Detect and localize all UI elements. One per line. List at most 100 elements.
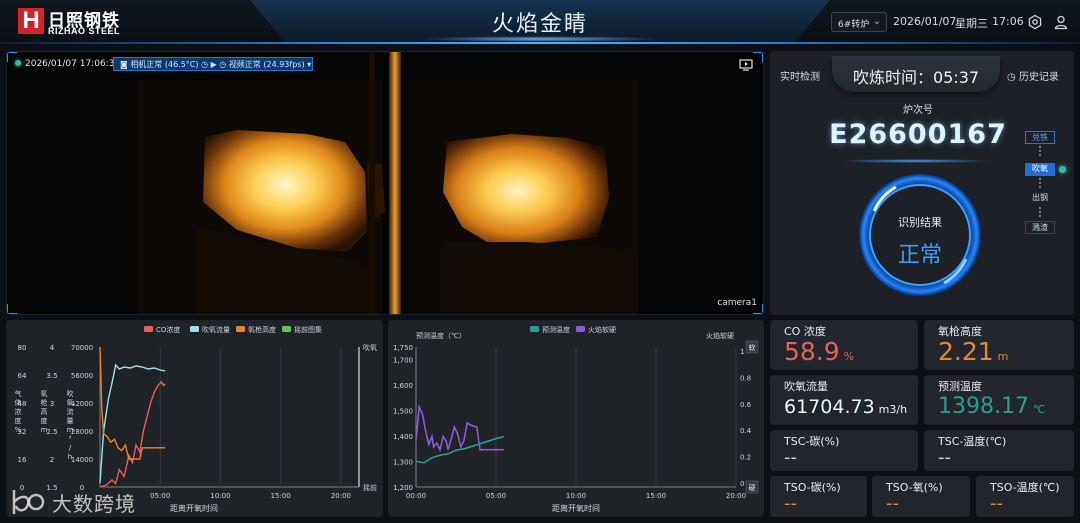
right-top-label: 吹氧 xyxy=(363,343,377,352)
step-connector xyxy=(1039,146,1041,158)
detection-status-panel: 实时检测 吹炼时间：05:37 ◷ 历史记录 炉次号 E26600167 识别结… xyxy=(770,51,1074,315)
y-tick-label: 80 xyxy=(18,344,27,352)
y-axis-label-char: 度 xyxy=(15,416,22,425)
history-button[interactable]: ◷ 历史记录 xyxy=(1007,68,1059,83)
y-tick-label-right: 0.2 xyxy=(740,454,751,462)
metric-value: 58.9% xyxy=(784,337,854,366)
clock-icon: ◷ xyxy=(201,60,209,69)
series-line xyxy=(99,380,166,488)
y-axis-label-char: 度 xyxy=(41,416,48,425)
legend-label: 吹氧流量 xyxy=(202,325,230,334)
legend-swatch xyxy=(576,326,585,332)
video-timestamp-text: 2026/01/07 17:06:31 xyxy=(25,59,121,69)
header-date: 2026/01/07 xyxy=(893,15,957,28)
y-axis-label-left: 预测温度（℃） xyxy=(416,331,466,340)
heat-number-label: 炉次号 xyxy=(903,105,933,116)
right-top-label: 软 xyxy=(749,343,756,352)
logo-en-text: RIZHAO STEEL xyxy=(48,26,121,36)
y-tick-label: 2 xyxy=(50,456,54,464)
y-tick-label: 28000 xyxy=(71,428,93,436)
y-tick-label: 1,200 xyxy=(393,484,413,492)
step-connector xyxy=(1039,207,1041,219)
co-unit: % xyxy=(843,350,855,363)
app-header: H 日照钢铁 RIZHAO STEEL 火焰金睛 6#转炉 ⌄ 2026/01/… xyxy=(0,0,1080,46)
metric-card-lance: 氧枪高度 2.21 m xyxy=(924,320,1074,370)
y-tick-label-right: 1 xyxy=(740,348,744,356)
video-feed-panel[interactable]: 2026/01/07 17:06:31 ◙ 相机正常 (46.5°C) ◷ ▶ … xyxy=(6,51,764,315)
video-status: 视频正常 (24.93fps) xyxy=(228,60,305,69)
screen-toggle-icon[interactable] xyxy=(739,59,753,71)
camera-icon: ◙ xyxy=(120,60,128,69)
metric-label: 吹氧流量 xyxy=(784,380,828,393)
metric-card-flow: 吹氧流量 61704.73 m3/h xyxy=(770,375,918,425)
y-axis-label-char: 吹 xyxy=(67,389,74,398)
temperature-line-chart[interactable]: 预测温度 火焰软硬预测温度（℃） 火焰软硬1,7501,7001,6001,5001… xyxy=(388,320,764,517)
x-tick-label: 00:00 xyxy=(406,492,426,500)
y-axis-label-char: 流 xyxy=(67,407,74,416)
y-axis-label-char: / xyxy=(69,444,72,452)
y-tick-label-right: 0.4 xyxy=(740,427,752,435)
active-step-dot-icon xyxy=(1059,166,1066,173)
x-tick-label: 05:00 xyxy=(486,492,506,500)
video-cam-icon: ▶ xyxy=(210,60,217,69)
furnace-select-value: 6#转炉 xyxy=(838,20,870,30)
step-tapping[interactable]: 出钢 xyxy=(1025,192,1055,205)
y-tick-label-right: 0.6 xyxy=(740,401,752,409)
metric-card-tso-oxygen: TSO-氧(%) -- xyxy=(872,476,970,517)
y-axis-label-char: 浓 xyxy=(15,407,22,416)
step-oxygen[interactable]: 吹氧 xyxy=(1025,163,1055,176)
settings-icon[interactable] xyxy=(1027,14,1043,30)
chevron-down-icon: ⌄ xyxy=(872,16,881,27)
legend-label: 火焰软硬 xyxy=(588,325,616,334)
x-tick-label: 05:00 xyxy=(150,492,170,500)
watermark: 大数跨境 xyxy=(8,486,148,518)
flow-unit: m3/h xyxy=(878,403,908,416)
y-axis-label-char: 高 xyxy=(41,407,48,416)
y-tick-label: 1,700 xyxy=(393,357,413,365)
y-axis-label-char: 氧 xyxy=(41,389,48,398)
step-hot-metal[interactable]: 兑铁 xyxy=(1025,131,1055,144)
y-axis-label-char: 枪 xyxy=(41,398,48,407)
step-slag-splash[interactable]: 溅渣 xyxy=(1025,221,1055,234)
y-tick-label: 1,500 xyxy=(393,408,413,416)
frame-corner xyxy=(753,52,763,62)
legend-label: 预测温度 xyxy=(542,325,570,334)
metric-card-tsc-carbon: TSC-碳(%) -- xyxy=(770,430,918,471)
y-axis-label-char: m xyxy=(41,426,48,434)
legend-label: CO浓度 xyxy=(156,325,180,334)
furnace-select[interactable]: 6#转炉 ⌄ xyxy=(831,12,887,32)
y-axis-label-char: ³ xyxy=(69,435,72,443)
video-status-bar[interactable]: ◙ 相机正常 (46.5°C) ◷ ▶ ◷ 视频正常 (24.93fps) ▾ xyxy=(113,57,313,71)
tso-carbon-value: -- xyxy=(784,493,797,514)
y-axis-label-char: 体 xyxy=(15,398,22,407)
x-tick-label: 15:00 xyxy=(271,492,291,500)
y-axis-label-char: h xyxy=(68,453,72,461)
logo-mark: H xyxy=(18,8,44,34)
y-tick-label: 42000 xyxy=(71,400,93,408)
y-axis-label-char: 氧 xyxy=(67,398,74,407)
temperature-chart-panel: 预测温度 火焰软硬 预测温度（℃） 火焰软硬 1,750 1,700 1,600 1,500 1… xyxy=(388,320,764,517)
company-logo: H 日照钢铁 RIZHAO STEEL xyxy=(18,8,128,38)
x-tick-label: 10:00 xyxy=(566,492,586,500)
y-tick-label: 70000 xyxy=(71,344,93,352)
blowing-timer: 吹炼时间：05:37 xyxy=(832,56,1000,92)
tso-oxygen-value: -- xyxy=(886,493,899,514)
heat-glow xyxy=(840,159,990,163)
history-label: 历史记录 xyxy=(1018,72,1059,83)
process-steps: 兑铁 吹氧 出钢 溅渣 xyxy=(1025,131,1066,241)
clock-icon: ◷ xyxy=(219,60,227,69)
y-tick-label: 14000 xyxy=(71,456,93,464)
y-tick-label: 4 xyxy=(50,344,55,352)
user-icon[interactable] xyxy=(1053,14,1069,30)
live-detection-label: 实时检测 xyxy=(780,72,820,83)
y-tick-label: 2.5 xyxy=(46,428,57,436)
legend-label: 氧枪高度 xyxy=(248,325,276,334)
legend-label: 摇前图集 xyxy=(294,325,322,334)
frame-corner xyxy=(7,304,17,314)
tsc-carbon-value: -- xyxy=(784,447,797,468)
y-axis-label-char: m xyxy=(67,426,74,434)
history-icon: ◷ xyxy=(1007,72,1016,83)
furnace-video-frame xyxy=(7,52,763,314)
co-value: 58.9 xyxy=(784,337,840,366)
video-timestamp: 2026/01/07 17:06:31 xyxy=(15,59,120,69)
